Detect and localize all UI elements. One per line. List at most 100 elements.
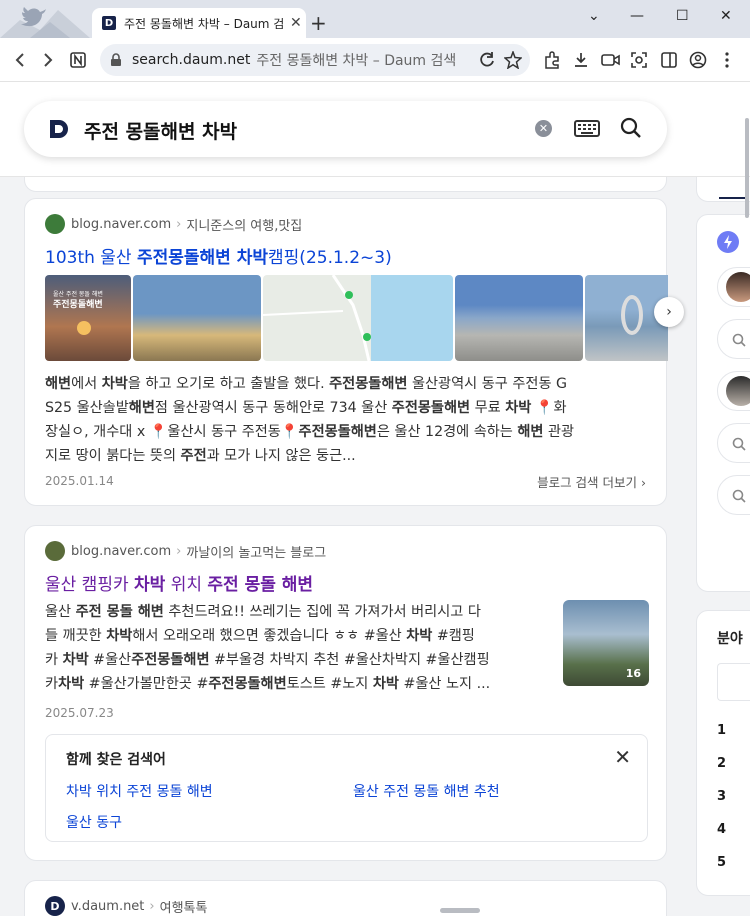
thumbnail-beach-road[interactable] xyxy=(133,275,261,361)
screenshot-icon[interactable] xyxy=(630,51,648,69)
close-window-button[interactable]: ✕ xyxy=(720,8,732,24)
result-domain: v.daum.net xyxy=(71,898,145,914)
active-tab[interactable]: D 주전 몽돌해변 차박 – Daum 검색 ✕ xyxy=(92,8,306,38)
vertical-scrollbar[interactable] xyxy=(744,38,750,916)
tab-strip: D 주전 몽돌해변 차박 – Daum 검색 ✕ + ⌄ — ☐ ✕ xyxy=(0,0,750,38)
breadcrumb-separator: › xyxy=(176,543,182,559)
result-date: 2025.07.23 xyxy=(45,706,114,720)
forward-icon[interactable] xyxy=(40,52,56,68)
result-source[interactable]: blog.naver.com › 지니준스의 여행,맛집 xyxy=(45,214,302,234)
daum-logo-icon xyxy=(50,120,68,138)
download-icon[interactable] xyxy=(572,51,590,69)
tab-close-icon[interactable]: ✕ xyxy=(290,15,302,31)
twitter-bird-icon xyxy=(0,7,90,38)
search-icon[interactable] xyxy=(620,117,642,139)
close-icon[interactable]: ✕ xyxy=(614,745,631,769)
desc-line: 카차박 #울산가볼만한곳 #주전몽돌해변토스트 #노지 차박 #울산 노지 ..… xyxy=(45,676,491,692)
image-count-badge: 16 xyxy=(625,667,641,680)
rank-number: 5 xyxy=(717,855,727,870)
tab-list-icon[interactable]: ⌄ xyxy=(588,8,600,24)
extensions-icon[interactable] xyxy=(543,51,561,69)
rank-number: 4 xyxy=(717,822,727,837)
scrollbar-thumb[interactable] xyxy=(745,118,749,218)
video-icon[interactable] xyxy=(601,51,621,69)
blog-name: 까날이의 놀고먹는 블로그 xyxy=(186,545,327,561)
desc-line: S25 울산솔밭해변점 울산광역시 동구 동해안로 734 울산 주전몽돌해변 … xyxy=(45,400,567,416)
thumbnail-next-button[interactable]: › xyxy=(654,297,684,327)
clear-search-icon[interactable]: ✕ xyxy=(535,120,552,137)
result-source[interactable]: D v.daum.net › 여행톡톡 xyxy=(45,896,207,916)
daum-source-icon: D xyxy=(45,896,65,916)
right-rail-panel xyxy=(696,214,750,592)
page-content: 주전 몽돌해변 차박 ✕ blog.naver.com › 지니준스의 여행,맛… xyxy=(0,82,750,916)
reload-icon[interactable] xyxy=(478,51,496,69)
tab-title: 주전 몽돌해변 차박 – Daum 검색 xyxy=(124,16,284,31)
menu-icon[interactable] xyxy=(722,51,732,69)
daum-favicon: D xyxy=(102,16,116,30)
sun-shape xyxy=(77,321,91,335)
rank-number: 3 xyxy=(717,789,727,804)
thumbnail-map[interactable] xyxy=(263,275,453,361)
maximize-button[interactable]: ☐ xyxy=(676,8,689,24)
site-info-icon[interactable] xyxy=(110,53,122,67)
result-card-3: D v.daum.net › 여행톡톡 xyxy=(24,880,667,916)
result-domain: blog.naver.com xyxy=(71,543,172,559)
desc-line: 카 차박 #울산주전몽돌해변 #부울경 차박지 추천 #울산차박지 #울산캠핑 xyxy=(45,652,490,668)
map-roads xyxy=(263,275,371,361)
new-tab-button[interactable]: + xyxy=(310,11,327,35)
result-date: 2025.01.14 xyxy=(45,474,114,488)
blog-name: 지니준스의 여행,맛집 xyxy=(186,218,303,234)
keyboard-icon[interactable] xyxy=(574,120,600,137)
desc-line: 들 깨끗한 차박해서 오래오래 했으면 좋겠습니다 ㅎㅎ #울산 차박 #캠핑 xyxy=(45,628,475,644)
notion-icon[interactable] xyxy=(70,52,86,68)
monument-shape xyxy=(621,295,643,335)
profile-icon[interactable] xyxy=(689,51,707,69)
side-panel-icon[interactable] xyxy=(660,51,678,69)
thumbnail-sunset[interactable]: 울산 주전 몽돌 해변 주전몽돌해변 xyxy=(45,275,131,361)
right-rail-top xyxy=(696,177,750,202)
related-link[interactable]: 울산 주전 몽돌 해변 추천 xyxy=(353,781,500,801)
result-card-1: blog.naver.com › 지니준스의 여행,맛집 103th 울산 주전… xyxy=(24,198,684,506)
related-link[interactable]: 울산 동구 xyxy=(66,812,122,832)
thumbnail-sculpture[interactable] xyxy=(455,275,583,361)
bookmark-star-icon[interactable] xyxy=(504,51,522,69)
right-rail-ranking: 분야 1 2 3 4 5 xyxy=(696,610,750,896)
desc-line: 지로 땅이 붉다는 뜻의 주전과 모가 나지 않은 둥근... xyxy=(45,448,356,464)
result-card-2: blog.naver.com › 까날이의 놀고먹는 블로그 울산 캠핑카 차박… xyxy=(24,525,667,861)
horizontal-scrollbar-thumb[interactable] xyxy=(440,908,480,913)
result-description: 울산 주전 몽돌 해변 추천드려요!! 쓰레기는 집에 꼭 가져가서 버리시고 … xyxy=(45,600,550,696)
desc-line: 장실ㅇ, 개수대 x 📍울산시 동구 주전동📍주전몽돌해변은 울산 12경에 속… xyxy=(45,424,575,440)
search-query-input[interactable]: 주전 몽돌해변 차박 xyxy=(84,117,237,144)
result-thumbnail[interactable]: 16 xyxy=(563,600,649,686)
rank-number: 2 xyxy=(717,756,727,771)
breadcrumb-separator: › xyxy=(176,216,182,232)
blog-avatar xyxy=(45,541,65,561)
result-title-link[interactable]: 103th 울산 주전몽돌해변 차박캠핑(25.1.2~3) xyxy=(45,243,392,268)
blog-search-more-link[interactable]: 블로그 검색 더보기 › xyxy=(537,472,646,491)
result-source[interactable]: blog.naver.com › 까날이의 놀고먹는 블로그 xyxy=(45,541,326,561)
related-link[interactable]: 차박 위치 주전 몽돌 해변 xyxy=(66,781,213,801)
browser-toolbar: search.daum.net 주전 몽돌해변 차박 – Daum 검색 xyxy=(0,38,750,82)
keyboard-keys xyxy=(578,124,596,134)
url-page-title: 주전 몽돌해변 차박 – Daum 검색 xyxy=(256,53,457,69)
url-text: search.daum.net xyxy=(132,52,251,68)
category-name: 여행톡톡 xyxy=(159,900,208,916)
title-highlight: 주전몽돌해변 차박 xyxy=(136,248,269,268)
search-box[interactable]: 주전 몽돌해변 차박 ✕ xyxy=(24,101,667,157)
related-title: 함께 찾은 검색어 xyxy=(66,752,166,768)
desc-line: 해변에서 차박을 하고 오기로 하고 출발을 했다. 주전몽돌해변 울산광역시 … xyxy=(45,376,567,392)
result-domain: blog.naver.com xyxy=(71,216,172,232)
tab-search-area[interactable] xyxy=(0,0,90,38)
rail-section-label: 분야 xyxy=(717,631,743,647)
minimize-button[interactable]: — xyxy=(630,8,644,24)
back-icon[interactable] xyxy=(12,52,28,68)
blog-avatar xyxy=(45,214,65,234)
search-header: 주전 몽돌해변 차박 ✕ xyxy=(0,82,750,177)
result-title-link[interactable]: 울산 캠핑카 차박 위치 주전 몽돌 해변 xyxy=(45,570,313,595)
title-part: 캠핑(25.1.2~3) xyxy=(268,248,392,268)
desc-line: 울산 주전 몽돌 해변 추천드려요!! 쓰레기는 집에 꼭 가져가서 버리시고 … xyxy=(45,604,481,620)
ai-sparkle-icon[interactable] xyxy=(717,231,739,253)
title-part: 103th 울산 xyxy=(45,248,137,268)
related-searches-box: 함께 찾은 검색어 ✕ 차박 위치 주전 몽돌 해변 울산 주전 몽돌 해변 추… xyxy=(45,734,648,842)
address-bar[interactable]: search.daum.net 주전 몽돌해변 차박 – Daum 검색 xyxy=(100,44,530,76)
